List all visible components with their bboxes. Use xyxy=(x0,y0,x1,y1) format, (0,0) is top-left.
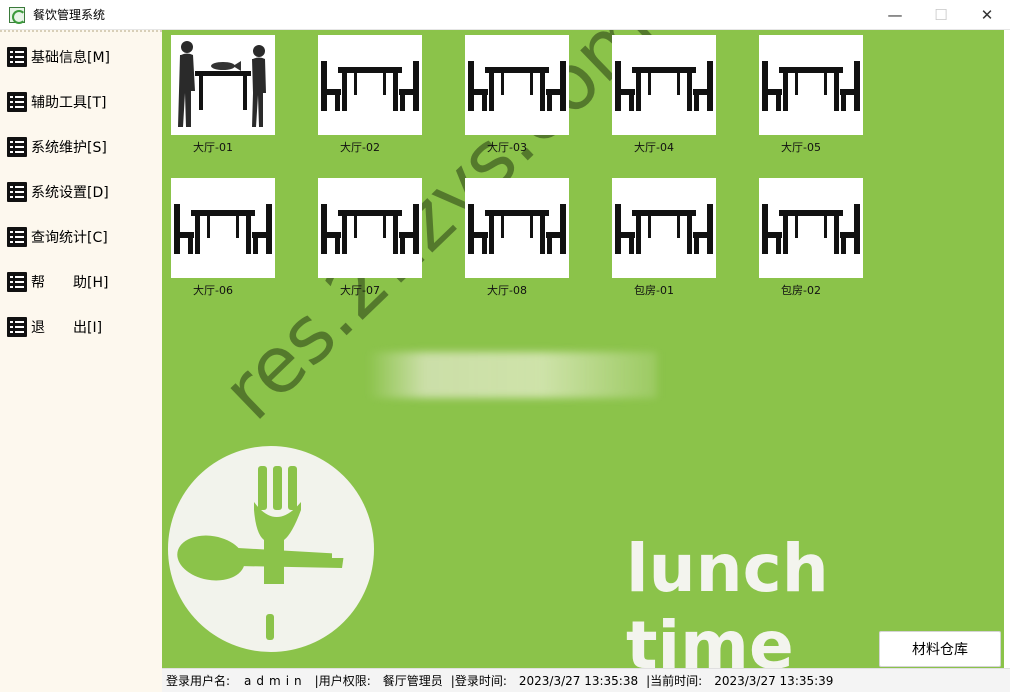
table-label: 大厅-03 xyxy=(487,141,527,154)
status-user-value: admin xyxy=(244,673,307,688)
table-canvas: lunch time res.21zys.com 大厅-01 大厅-02 大厅-… xyxy=(162,30,1004,668)
menu-item-label: 系统维护[S] xyxy=(31,140,107,156)
table-tile[interactable]: 大厅-06 xyxy=(171,178,275,298)
dining-table-icon xyxy=(759,178,863,278)
table-tile[interactable]: 大厅-07 xyxy=(318,178,422,298)
menu-item-label: 退 出[I] xyxy=(31,320,103,336)
table-label: 大厅-02 xyxy=(340,141,380,154)
menu-item-label: 帮 助[H] xyxy=(31,275,109,291)
menu-item-label: 辅助工具[T] xyxy=(31,95,107,111)
dining-table-icon xyxy=(465,178,569,278)
dining-table-icon xyxy=(612,35,716,135)
list-icon xyxy=(7,92,27,112)
title-bar: 餐饮管理系统 — ☐ ✕ xyxy=(0,0,1010,30)
status-user-label: 登录用户名: xyxy=(166,674,231,688)
dining-table-icon xyxy=(318,178,422,278)
maximize-icon[interactable]: ☐ xyxy=(918,0,964,30)
menu-item-label: 基础信息[M] xyxy=(31,50,111,66)
table-tile[interactable]: 包房-02 xyxy=(759,178,863,298)
dining-table-icon xyxy=(612,178,716,278)
menu-item-settings[interactable]: 系统设置[D] xyxy=(7,180,109,204)
occupied-table-icon xyxy=(171,35,275,135)
status-login-label: 登录时间: xyxy=(454,674,507,688)
table-label: 大厅-01 xyxy=(193,141,233,154)
table-tile[interactable]: 大厅-03 xyxy=(465,35,569,155)
menu-item-label: 查询统计[C] xyxy=(31,230,108,246)
window-controls: — ☐ ✕ xyxy=(872,0,1010,30)
app-logo-icon xyxy=(9,6,26,24)
material-warehouse-button[interactable]: 材料仓库 xyxy=(879,631,1001,667)
table-label: 大厅-08 xyxy=(487,284,527,297)
list-icon xyxy=(7,317,27,337)
list-icon xyxy=(7,272,27,292)
dining-table-icon xyxy=(171,178,275,278)
table-tile[interactable]: 大厅-02 xyxy=(318,35,422,155)
dining-table-icon xyxy=(318,35,422,135)
window-title: 餐饮管理系统 xyxy=(33,8,106,22)
table-tile[interactable]: 包房-01 xyxy=(612,178,716,298)
menu-item-maintenance[interactable]: 系统维护[S] xyxy=(7,135,107,159)
status-role-value: 餐厅管理员 xyxy=(382,674,443,688)
list-icon xyxy=(7,47,27,67)
table-tile[interactable]: 大厅-04 xyxy=(612,35,716,155)
menu-item-tools[interactable]: 辅助工具[T] xyxy=(7,90,106,114)
status-now-value: 2023/3/27 13:35:39 xyxy=(714,673,834,688)
menu-item-exit[interactable]: 退 出[I] xyxy=(7,315,102,339)
table-label: 大厅-06 xyxy=(193,284,233,297)
table-tile[interactable]: 大厅-08 xyxy=(465,178,569,298)
status-now-label: 当前时间: xyxy=(650,674,703,688)
close-icon[interactable]: ✕ xyxy=(964,0,1010,30)
table-label: 包房-01 xyxy=(634,284,674,297)
menu-item-help[interactable]: 帮 助[H] xyxy=(7,270,108,294)
status-bar: 登录用户名: admin | 用户权限: 餐厅管理员 | 登录时间: 2023/… xyxy=(162,668,1010,692)
table-label: 大厅-04 xyxy=(634,141,674,154)
status-login-value: 2023/3/27 13:35:38 xyxy=(518,673,639,688)
list-icon xyxy=(7,137,27,157)
list-icon xyxy=(7,182,27,202)
dining-table-icon xyxy=(465,35,569,135)
status-role-label: 用户权限: xyxy=(318,674,371,688)
menu-item-basic-info[interactable]: 基础信息[M] xyxy=(7,45,110,69)
table-tile[interactable]: 大厅-05 xyxy=(759,35,863,155)
sidebar-menu: 基础信息[M] 辅助工具[T] 系统维护[S] 系统设置[D] 查询统计[C] … xyxy=(0,30,162,692)
minimize-icon[interactable]: — xyxy=(872,0,918,30)
menu-item-statistics[interactable]: 查询统计[C] xyxy=(7,225,108,249)
lunch-plate-icon xyxy=(168,446,374,652)
table-tile[interactable]: 大厅-01 xyxy=(171,35,275,155)
blurred-banner xyxy=(367,352,657,398)
table-label: 包房-02 xyxy=(781,284,821,297)
list-icon xyxy=(7,227,27,247)
table-label: 大厅-07 xyxy=(340,284,380,297)
table-label: 大厅-05 xyxy=(781,141,821,154)
dining-table-icon xyxy=(759,35,863,135)
menu-item-label: 系统设置[D] xyxy=(31,185,109,201)
